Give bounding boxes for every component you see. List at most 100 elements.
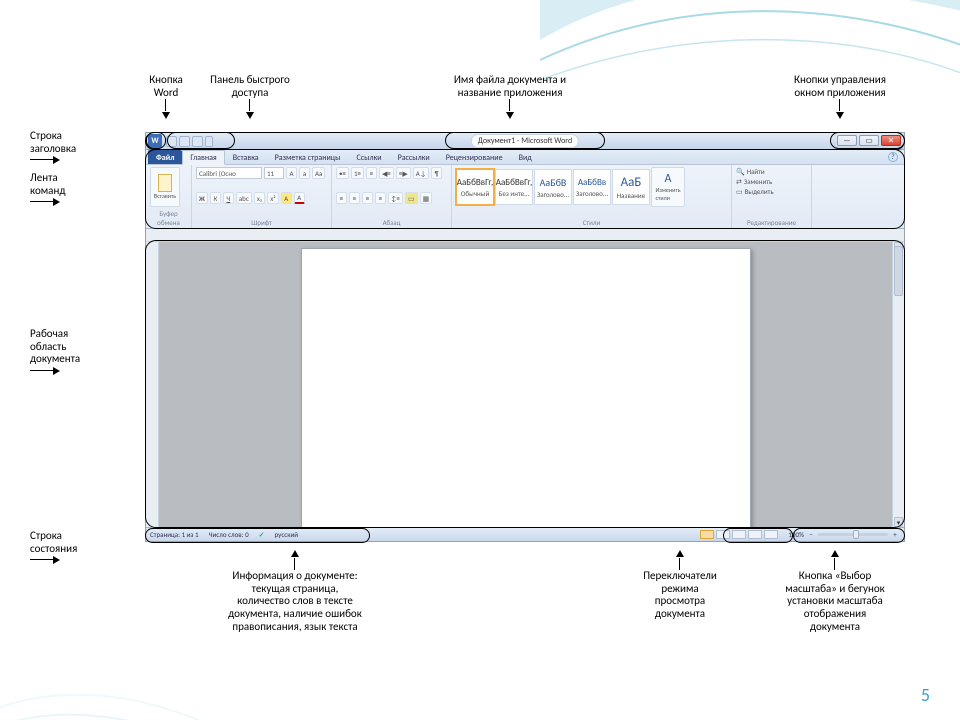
- help-icon[interactable]: ?: [888, 152, 898, 162]
- ruler-horizontal[interactable]: [146, 229, 904, 242]
- group-label: Абзац: [336, 217, 447, 227]
- zoom-value[interactable]: 100%: [788, 530, 804, 539]
- arrow-down-icon: [506, 99, 514, 119]
- quick-access-toolbar: [164, 136, 213, 147]
- callout-qat: Панель быстрого доступа: [195, 74, 305, 119]
- word-window: W Документ1 - Microsoft Word — ▭ ✕: [145, 132, 905, 542]
- replace-button[interactable]: Заменить: [744, 177, 772, 186]
- tab-view[interactable]: Вид: [511, 150, 540, 164]
- minimize-button[interactable]: —: [837, 135, 857, 146]
- align-right-icon[interactable]: ≡: [362, 192, 373, 204]
- replace-icon: ⇄: [736, 177, 742, 186]
- arrow-right-icon: [30, 556, 64, 564]
- zoom-slider[interactable]: [818, 533, 888, 536]
- numbering-icon[interactable]: 1≡: [351, 167, 364, 179]
- indent-dec-icon[interactable]: ◀≡: [379, 167, 394, 179]
- line-spacing-icon[interactable]: ↕≡: [388, 192, 403, 204]
- undo-icon[interactable]: [179, 136, 190, 147]
- font-size-select[interactable]: 11: [264, 167, 284, 179]
- select-icon: ▭: [736, 187, 743, 196]
- justify-icon[interactable]: ≡: [375, 192, 386, 204]
- bullets-icon[interactable]: •≡: [336, 167, 349, 179]
- strike-icon[interactable]: abc: [236, 192, 252, 204]
- sort-icon[interactable]: A↓: [413, 167, 429, 179]
- style-no-spacing[interactable]: АаБбВвГг,Без инте...: [495, 169, 533, 205]
- document-workarea[interactable]: [159, 242, 892, 527]
- font-color-icon[interactable]: A: [294, 192, 305, 204]
- group-font: Calibri (Осно 11 A a Aa Ж К Ч abc x₂ x² …: [192, 165, 332, 228]
- find-button[interactable]: Найти: [747, 167, 765, 176]
- window-controls: — ▭ ✕: [837, 135, 901, 146]
- view-outline-button[interactable]: [748, 530, 762, 539]
- zoom-out-button[interactable]: −: [806, 530, 816, 539]
- group-label: Буфер обмена: [150, 208, 187, 227]
- word-button[interactable]: W: [148, 134, 162, 148]
- align-center-icon[interactable]: ≡: [349, 192, 360, 204]
- indent-inc-icon[interactable]: ≡▶: [396, 167, 411, 179]
- arrow-down-icon: [162, 99, 170, 119]
- callout-window-controls: Кнопки управления окном приложения: [770, 74, 910, 119]
- maximize-button[interactable]: ▭: [859, 135, 879, 146]
- tab-file[interactable]: Файл: [148, 150, 182, 164]
- scrollbar-vertical[interactable]: ▴ ▾: [892, 242, 904, 527]
- zoom-in-button[interactable]: +: [890, 530, 900, 539]
- paragraph-marks-icon[interactable]: ¶: [431, 167, 442, 179]
- status-page[interactable]: Страница: 1 из 1: [150, 530, 199, 539]
- close-button[interactable]: ✕: [881, 135, 901, 146]
- group-label: Редактирование: [736, 217, 807, 227]
- tab-insert[interactable]: Вставка: [225, 150, 267, 164]
- arrow-up-icon: [291, 550, 299, 570]
- change-styles-button[interactable]: A Изменить стили: [651, 167, 685, 207]
- view-print-layout-button[interactable]: [700, 530, 714, 539]
- callout-title-row: Строка заголовка: [30, 130, 100, 168]
- borders-icon[interactable]: ▦: [420, 192, 433, 204]
- callout-zoom: Кнопка «Выбор масштаба» и бегунок устано…: [760, 550, 910, 633]
- grow-font-icon[interactable]: A: [286, 167, 297, 179]
- shrink-font-icon[interactable]: a: [299, 167, 310, 179]
- bold-button[interactable]: Ж: [196, 192, 208, 204]
- superscript-icon[interactable]: x²: [267, 192, 278, 204]
- titlebar: W Документ1 - Microsoft Word — ▭ ✕: [146, 133, 904, 150]
- underline-button[interactable]: Ч: [223, 192, 234, 204]
- tab-layout[interactable]: Разметка страницы: [267, 150, 349, 164]
- paste-button[interactable]: Вставить: [150, 167, 180, 207]
- callout-title-area: Имя файла документа и название приложени…: [425, 74, 595, 119]
- scroll-thumb[interactable]: [894, 246, 903, 296]
- tab-review[interactable]: Рецензирование: [438, 150, 511, 164]
- style-normal[interactable]: АаБбВвГг,Обычный: [456, 169, 494, 205]
- zoom-slider-thumb[interactable]: [853, 530, 859, 539]
- style-heading2[interactable]: АаБбВвЗаголово...: [573, 169, 611, 205]
- qat-dropdown-icon[interactable]: [205, 136, 213, 147]
- view-fullscreen-button[interactable]: [716, 530, 730, 539]
- redo-icon[interactable]: [192, 136, 203, 147]
- tab-references[interactable]: Ссылки: [348, 150, 389, 164]
- align-left-icon[interactable]: ≡: [336, 192, 347, 204]
- view-draft-button[interactable]: [764, 530, 778, 539]
- select-button[interactable]: Выделить: [745, 187, 774, 196]
- change-case-icon[interactable]: Aa: [312, 167, 325, 179]
- tab-home[interactable]: Главная: [182, 150, 224, 165]
- view-web-button[interactable]: [732, 530, 746, 539]
- group-label: Шрифт: [196, 217, 327, 227]
- group-editing: 🔍Найти ⇄Заменить ▭Выделить Редактировани…: [732, 165, 812, 228]
- tab-mailings[interactable]: Рассылки: [390, 150, 438, 164]
- highlight-icon[interactable]: A: [281, 192, 292, 204]
- style-title[interactable]: АаБНазвание: [612, 169, 650, 205]
- callout-ribbon: Лента команд: [30, 172, 100, 210]
- callout-statusbar: Строка состояния: [30, 530, 102, 568]
- font-name-select[interactable]: Calibri (Осно: [196, 167, 262, 179]
- ruler-vertical[interactable]: [146, 242, 159, 527]
- status-words[interactable]: Число слов: 0: [209, 530, 249, 539]
- save-icon[interactable]: [166, 136, 177, 147]
- style-heading1[interactable]: АаБбВЗаголово...: [534, 169, 572, 205]
- status-spellcheck-icon[interactable]: ✓: [259, 530, 265, 539]
- callout-doc-info: Информация о документе: текущая страница…: [190, 550, 400, 633]
- group-styles: АаБбВвГг,Обычный АаБбВвГг,Без инте... Аа…: [452, 165, 732, 228]
- document-page[interactable]: [301, 248, 751, 527]
- shading-icon[interactable]: ▭: [405, 192, 418, 204]
- multilevel-icon[interactable]: ≡: [366, 167, 377, 179]
- subscript-icon[interactable]: x₂: [254, 192, 265, 204]
- scroll-down-icon[interactable]: ▾: [894, 517, 903, 527]
- italic-button[interactable]: К: [210, 192, 221, 204]
- status-language[interactable]: русский: [275, 530, 298, 539]
